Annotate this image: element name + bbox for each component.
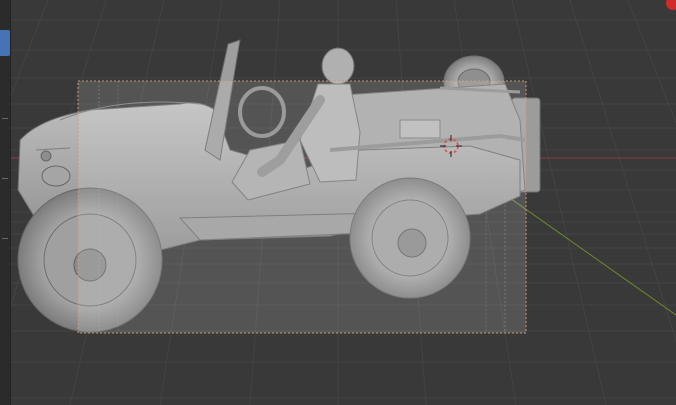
strip-divider — [2, 178, 8, 179]
camera-frame-icon — [77, 80, 527, 334]
strip-divider — [2, 118, 8, 119]
tool-shelf-strip[interactable] — [0, 0, 11, 405]
strip-divider — [2, 238, 8, 239]
viewport-scene[interactable] — [0, 0, 676, 405]
3d-viewport[interactable] — [0, 0, 676, 405]
active-tool-tab[interactable] — [0, 30, 10, 56]
